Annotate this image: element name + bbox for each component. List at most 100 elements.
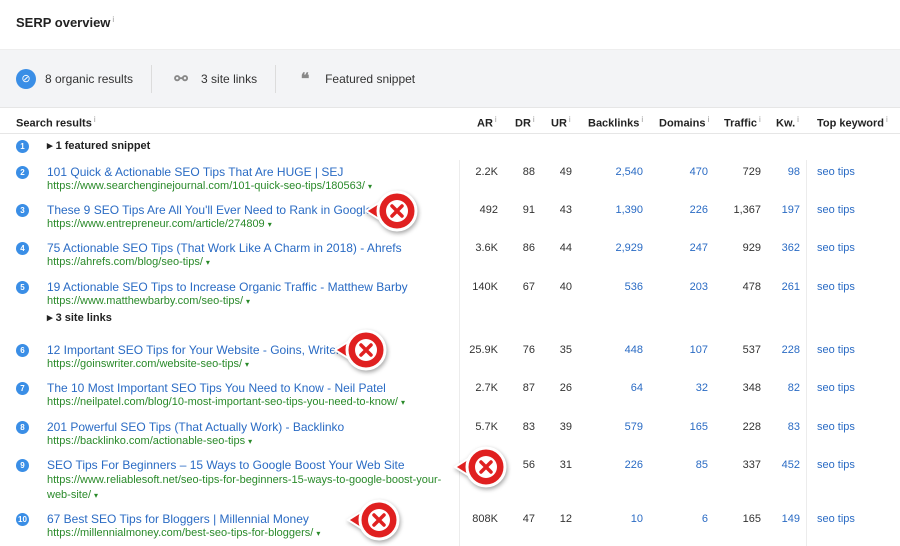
cell-domains[interactable]: 203 [690,281,708,293]
cell-kw[interactable]: 261 [782,281,800,293]
cell-backlinks[interactable]: 579 [625,421,643,433]
cell-domains[interactable]: 226 [690,204,708,216]
red-x-marker-icon [364,190,418,232]
cell-domains[interactable]: 6 [702,513,708,525]
featured-snippet-row[interactable]: 1 ▸ 1 featured snippet [0,138,900,158]
cell-ar: 3.6K [475,242,498,254]
url-dropdown-icon[interactable]: ▾ [316,529,320,538]
col-traffic[interactable]: Traffic i [724,115,761,130]
cell-kw[interactable]: 228 [782,344,800,356]
result-title-link[interactable]: The 10 Most Important SEO Tips You Need … [47,381,386,395]
col-backlinks[interactable]: Backlinks i [588,115,643,130]
result-title-link[interactable]: 75 Actionable SEO Tips (That Work Like A… [47,241,402,255]
featured-snippet-summary[interactable]: ❝ Featured snippet [294,65,433,93]
url-dropdown-icon[interactable]: ▾ [245,360,249,369]
cell-backlinks[interactable]: 10 [631,513,643,525]
rank-badge: 2 [16,166,29,179]
cell-domains[interactable]: 247 [690,242,708,254]
cell-domains[interactable]: 165 [690,421,708,433]
result-url-link[interactable]: https://ahrefs.com/blog/seo-tips/▾ [47,256,210,268]
site-links-summary[interactable]: ⚯ 3 site links [170,64,277,93]
quote-icon: ❝ [300,70,310,88]
rank-badge: 5 [16,281,29,294]
cell-domains[interactable]: 32 [696,382,708,394]
result-url: https://neilpatel.com/blog/10-most-impor… [47,396,398,408]
top-keyword-link[interactable]: seo tips [817,344,855,356]
red-x-marker-icon [346,499,400,541]
rank-badge: 8 [16,421,29,434]
col-dr[interactable]: DR i [515,115,535,130]
featured-snippet-toggle[interactable]: ▸ 1 featured snippet [47,139,150,152]
cell-domains[interactable]: 470 [690,166,708,178]
result-url-link[interactable]: https://neilpatel.com/blog/10-most-impor… [47,396,405,408]
cell-backlinks[interactable]: 2,929 [615,242,643,254]
cell-ur: 40 [559,281,572,293]
result-url: https://www.matthewbarby.com/seo-tips/ [47,295,244,307]
url-dropdown-icon[interactable]: ▾ [246,297,250,306]
rank-badge: 4 [16,242,29,255]
organic-results-summary[interactable]: ⊘ 8 organic results [16,64,153,93]
url-dropdown-icon[interactable]: ▾ [268,220,272,229]
cell-kw[interactable]: 362 [782,242,800,254]
result-url-link[interactable]: https://www.entrepreneur.com/article/274… [47,218,272,230]
result-url-link[interactable]: https://www.matthewbarby.com/seo-tips/▾ [47,295,250,307]
cell-backlinks[interactable]: 64 [631,382,643,394]
col-search-results[interactable]: Search results i [16,115,96,130]
cell-backlinks[interactable]: 536 [625,281,643,293]
site-links-toggle[interactable]: ▸ 3 site links [47,311,112,324]
url-dropdown-icon[interactable]: ▾ [94,491,98,500]
cell-ur: 26 [559,382,572,394]
top-keyword-link[interactable]: seo tips [817,513,855,525]
cell-kw[interactable]: 82 [788,382,800,394]
result-url: https://goinswriter.com/website-seo-tips… [47,358,243,370]
top-keyword-link[interactable]: seo tips [817,204,855,216]
result-title-link[interactable]: SEO Tips For Beginners – 15 Ways to Goog… [47,458,405,472]
cell-traffic: 1,367 [733,204,761,216]
cell-kw[interactable]: 452 [782,459,800,471]
table-row: 8 201 Powerful SEO Tips (That Actually Wo… [0,420,900,456]
col-kw[interactable]: Kw. i [776,115,799,130]
cell-traffic: 929 [742,242,761,254]
col-ar[interactable]: AR i [477,115,497,130]
result-url-link[interactable]: https://www.searchenginejournal.com/101-… [47,180,372,192]
cell-dr: 76 [522,344,535,356]
table-row: 3 These 9 SEO Tips Are All You'll Ever Ne… [0,203,900,239]
url-dropdown-icon[interactable]: ▾ [248,437,252,446]
cell-kw[interactable]: 149 [782,513,800,525]
cell-dr: 88 [522,166,535,178]
top-keyword-link[interactable]: seo tips [817,166,855,178]
result-url-link[interactable]: https://millennialmoney.com/best-seo-tip… [47,527,320,539]
result-url-link[interactable]: https://backlinko.com/actionable-seo-tip… [47,435,252,447]
cell-domains[interactable]: 107 [690,344,708,356]
cell-kw[interactable]: 197 [782,204,800,216]
cell-kw[interactable]: 98 [788,166,800,178]
url-dropdown-icon[interactable]: ▾ [206,258,210,267]
top-keyword-link[interactable]: seo tips [817,281,855,293]
result-title-link[interactable]: 101 Quick & Actionable SEO Tips That Are… [47,165,343,179]
cell-backlinks[interactable]: 448 [625,344,643,356]
cell-domains[interactable]: 85 [696,459,708,471]
leaf-icon: ⊘ [16,68,36,89]
result-url-link[interactable]: https://goinswriter.com/website-seo-tips… [47,358,249,370]
result-title-link[interactable]: These 9 SEO Tips Are All You'll Ever Nee… [47,203,372,217]
cell-kw[interactable]: 83 [788,421,800,433]
top-keyword-link[interactable]: seo tips [817,382,855,394]
result-title-link[interactable]: 12 Important SEO Tips for Your Website -… [47,343,340,357]
info-icon[interactable]: i [112,15,114,24]
cell-backlinks[interactable]: 226 [625,459,643,471]
rank-badge: 3 [16,204,29,217]
cell-dr: 83 [522,421,535,433]
top-keyword-link[interactable]: seo tips [817,242,855,254]
cell-backlinks[interactable]: 2,540 [615,166,643,178]
col-domains[interactable]: Domains i [659,115,709,130]
result-title-link[interactable]: 201 Powerful SEO Tips (That Actually Wor… [47,420,344,434]
col-ur[interactable]: UR i [551,115,571,130]
top-keyword-link[interactable]: seo tips [817,421,855,433]
result-title-link[interactable]: 67 Best SEO Tips for Bloggers | Millenni… [47,512,309,526]
col-top-keyword[interactable]: Top keyword i [817,115,888,130]
cell-backlinks[interactable]: 1,390 [615,204,643,216]
top-keyword-link[interactable]: seo tips [817,459,855,471]
result-title-link[interactable]: 19 Actionable SEO Tips to Increase Organ… [47,280,408,294]
url-dropdown-icon[interactable]: ▾ [401,398,405,407]
cell-traffic: 729 [742,166,761,178]
